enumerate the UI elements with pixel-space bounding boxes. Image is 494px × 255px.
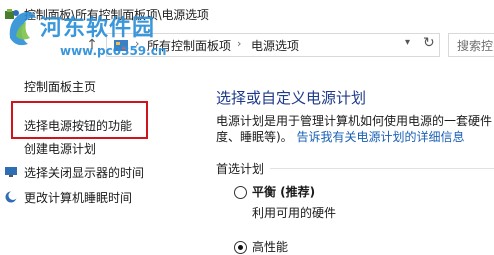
sidebar-item-power-button-function[interactable]: 选择电源按钮的功能	[24, 117, 132, 134]
preferred-plans-label: 首选计划	[216, 162, 265, 176]
page-title: 选择或自定义电源计划	[216, 89, 367, 107]
search-input[interactable]: 搜索控	[448, 33, 494, 57]
watermark-url: www.pc0359.cn	[60, 44, 167, 58]
moon-icon	[4, 189, 18, 203]
search-placeholder: 搜索控	[457, 39, 494, 53]
plan-high-performance-radio[interactable]	[234, 241, 247, 254]
plan-balanced-name: 平衡 (推荐)	[252, 185, 316, 199]
breadcrumb-separator: ›	[237, 37, 242, 50]
plan-balanced-description: 利用可用的硬件	[252, 206, 337, 220]
plan-high-performance-name: 高性能	[252, 240, 289, 254]
sidebar-item-create-plan[interactable]: 创建电源计划	[24, 140, 96, 157]
monitor-icon	[4, 164, 18, 178]
watermark-logo-icon	[6, 8, 40, 50]
sidebar: 控制面板主页 选择电源按钮的功能 创建电源计划 选择关闭显示器的时间 更改计算机…	[0, 60, 200, 251]
description-line1: 电源计划是用于管理计算机如何使用电源的一套硬件	[216, 114, 493, 128]
watermark-title: 河东软件园	[40, 16, 156, 41]
sidebar-item-sleep-time[interactable]: 更改计算机睡眠时间	[24, 189, 132, 206]
learn-more-link[interactable]: 告诉我有关电源计划的详细信息	[297, 130, 465, 144]
description-line2-text: 度、睡眠等)。	[216, 130, 293, 144]
plan-balanced-radio[interactable]	[234, 186, 247, 199]
sidebar-item-home[interactable]: 控制面板主页	[24, 78, 96, 95]
description-line2: 度、睡眠等)。 告诉我有关电源计划的详细信息	[216, 128, 465, 145]
sidebar-item-display-off[interactable]: 选择关闭显示器的时间	[24, 164, 144, 181]
refresh-icon[interactable]: ↻	[423, 35, 435, 51]
chevron-down-icon[interactable]: ▾	[405, 37, 410, 48]
divider	[270, 168, 494, 169]
breadcrumb-power-options[interactable]: 电源选项	[251, 37, 299, 54]
